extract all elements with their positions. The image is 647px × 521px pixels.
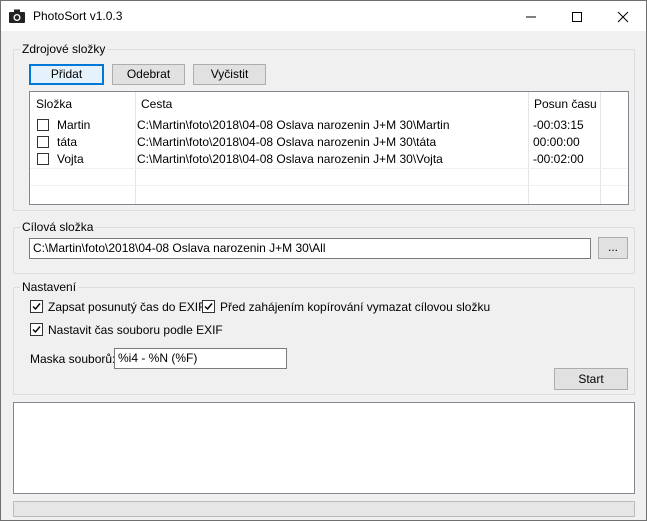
target-folder-legend: Cílová složka — [20, 220, 96, 234]
file-time-label[interactable]: Nastavit čas souboru podle EXIF — [48, 323, 223, 337]
column-header-path[interactable]: Cesta — [135, 92, 528, 116]
write-exif-checkbox[interactable] — [30, 300, 43, 313]
start-button[interactable]: Start — [554, 368, 628, 390]
checkmark-icon — [32, 326, 41, 334]
row-folder: Martin — [57, 118, 91, 132]
settings-legend: Nastavení — [20, 280, 79, 294]
list-item[interactable]: táta C:\Martin\foto\2018\04-08 Oslava na… — [30, 134, 628, 151]
file-mask-label: Maska souborů: — [30, 352, 116, 366]
row-checkbox[interactable] — [37, 119, 49, 131]
source-folders-legend: Zdrojové složky — [20, 42, 108, 56]
add-button[interactable]: Přidat — [29, 64, 104, 85]
close-icon — [617, 11, 629, 23]
file-mask-field[interactable]: %i4 - %N (%F) — [114, 348, 287, 369]
checkmark-icon — [204, 303, 213, 311]
file-time-checkbox[interactable] — [30, 323, 43, 336]
minimize-icon — [526, 16, 536, 18]
row-folder: táta — [57, 135, 78, 149]
row-offset: -00:03:15 — [533, 118, 584, 132]
list-item[interactable]: Martin C:\Martin\foto\2018\04-08 Oslava … — [30, 117, 628, 134]
browse-button[interactable]: ... — [598, 237, 628, 259]
row-checkbox[interactable] — [37, 136, 49, 148]
row-checkbox[interactable] — [37, 153, 49, 165]
close-button[interactable] — [600, 1, 646, 31]
list-item[interactable]: Vojta C:\Martin\foto\2018\04-08 Oslava n… — [30, 151, 628, 168]
row-gridline — [30, 185, 628, 186]
row-offset: -00:02:00 — [533, 152, 584, 166]
minimize-button[interactable] — [508, 1, 554, 31]
row-path: C:\Martin\foto\2018\04-08 Oslava narozen… — [137, 135, 437, 149]
row-folder: Vojta — [57, 152, 84, 166]
column-header-folder[interactable]: Složka — [30, 92, 135, 116]
clear-target-label[interactable]: Před zahájením kopírování vymazat cílovo… — [220, 300, 490, 314]
target-path-field[interactable]: C:\Martin\foto\2018\04-08 Oslava narozen… — [29, 238, 591, 259]
clear-button[interactable]: Vyčistit — [193, 64, 266, 85]
row-offset: 00:00:00 — [533, 135, 580, 149]
list-header: Složka Cesta Posun času — [30, 92, 628, 116]
write-exif-label[interactable]: Zapsat posunutý čas do EXIF — [48, 300, 205, 314]
source-folders-list[interactable]: Složka Cesta Posun času Martin C:\Martin… — [29, 91, 629, 205]
row-path: C:\Martin\foto\2018\04-08 Oslava narozen… — [137, 118, 450, 132]
row-path: C:\Martin\foto\2018\04-08 Oslava narozen… — [137, 152, 443, 166]
column-header-time-offset[interactable]: Posun času — [528, 92, 600, 116]
main-window: PhotoSort v1.0.3 Zdrojové složky Přidat … — [0, 0, 647, 521]
row-gridline — [30, 168, 628, 169]
maximize-button[interactable] — [554, 1, 600, 31]
title-bar[interactable]: PhotoSort v1.0.3 — [1, 1, 646, 31]
checkmark-icon — [32, 303, 41, 311]
remove-button[interactable]: Odebrat — [112, 64, 185, 85]
clear-target-checkbox[interactable] — [202, 300, 215, 313]
maximize-icon — [572, 12, 582, 22]
camera-icon — [9, 9, 25, 23]
window-title: PhotoSort v1.0.3 — [33, 9, 123, 23]
log-textarea[interactable] — [13, 402, 635, 494]
progress-bar — [13, 501, 635, 517]
